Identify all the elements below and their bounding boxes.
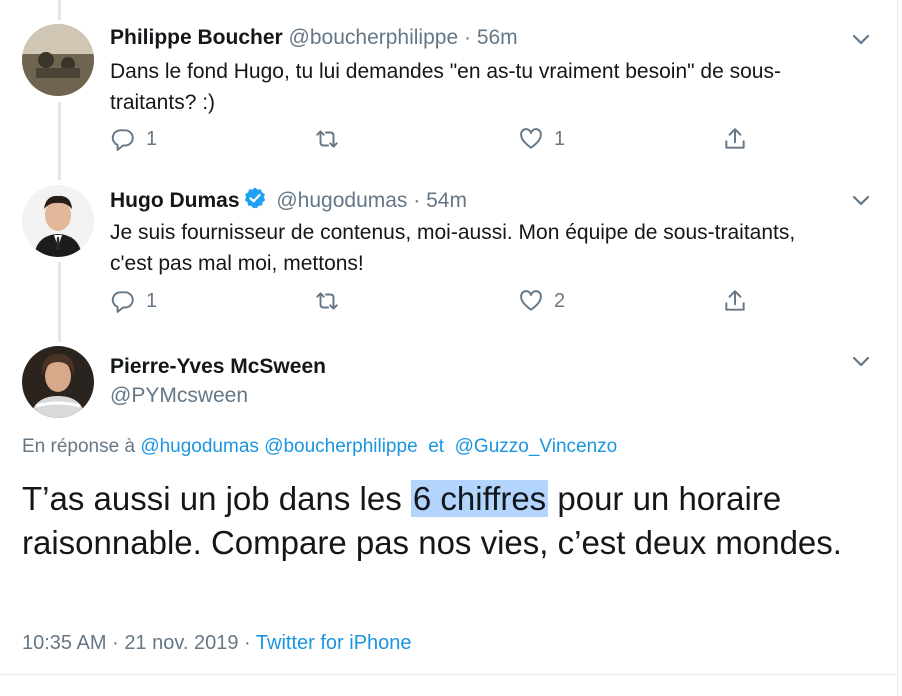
reply-prefix: En réponse à — [22, 436, 136, 457]
user-handle[interactable]: @hugodumas — [276, 189, 407, 212]
divider — [0, 674, 897, 675]
tweet-header: Philippe Boucher @boucherphilippe · 56m — [110, 25, 518, 51]
chevron-down-icon[interactable] — [850, 28, 872, 50]
user-handle[interactable]: @boucherphilippe — [289, 26, 459, 49]
main-tweet-name[interactable]: Pierre-Yves McSween — [110, 354, 326, 380]
divider — [897, 0, 898, 696]
thread-line — [58, 262, 61, 342]
timestamp[interactable]: 54m — [426, 189, 467, 212]
tweet-text: Dans le fond Hugo, tu lui demandes "en a… — [110, 60, 781, 114]
like-button[interactable]: 1 — [518, 126, 565, 152]
verified-badge-icon — [244, 187, 265, 209]
reply-icon — [111, 291, 134, 313]
share-icon — [725, 290, 745, 311]
like-button[interactable]: 2 — [518, 288, 565, 314]
tweet-text: Je suis fournisseur de contenus, moi-aus… — [110, 221, 796, 275]
user-name[interactable]: Hugo Dumas — [110, 189, 240, 212]
tweet-footer: 10:35 AM · 21 nov. 2019 · Twitter for iP… — [22, 632, 412, 655]
reply-button[interactable]: 1 — [110, 288, 157, 314]
retweet-icon — [316, 130, 338, 148]
tweet-text-part: T’as aussi un job dans les — [22, 480, 402, 517]
heart-icon — [520, 290, 542, 311]
reply-icon — [111, 129, 134, 151]
user-name[interactable]: Philippe Boucher — [110, 26, 283, 49]
mention-link[interactable]: @boucherphilippe — [264, 436, 417, 457]
chevron-down-icon[interactable] — [850, 350, 872, 372]
mention-link[interactable]: @Guzzo_Vincenzo — [455, 436, 618, 457]
retweet-button[interactable] — [314, 288, 350, 314]
main-tweet-handle[interactable]: @PYMcsween — [110, 383, 248, 409]
retweet-icon — [316, 292, 338, 310]
separator: · — [413, 189, 421, 212]
reply-count: 1 — [146, 289, 158, 312]
like-count: 1 — [554, 127, 566, 150]
mention-link[interactable]: @hugodumas — [140, 436, 259, 457]
share-button[interactable] — [722, 288, 748, 314]
share-button[interactable] — [722, 126, 748, 152]
separator: · — [463, 26, 471, 49]
selected-text: 6 chiffres — [410, 480, 549, 517]
share-icon — [725, 128, 745, 149]
thread-line — [58, 0, 61, 20]
tweet-date[interactable]: 21 nov. 2019 — [124, 632, 238, 654]
reply-button[interactable]: 1 — [110, 126, 157, 152]
avatar-philippe-boucher[interactable] — [22, 24, 94, 96]
separator: · — [244, 632, 251, 654]
reply-count: 1 — [146, 127, 158, 150]
tweet-time[interactable]: 10:35 AM — [22, 632, 107, 654]
avatar-hugo-dumas[interactable] — [22, 185, 94, 257]
tweet-source[interactable]: Twitter for iPhone — [256, 632, 412, 654]
thread-line — [58, 102, 61, 180]
tweet-header: Hugo Dumas @hugodumas · 54m — [110, 186, 467, 214]
reply-and: et — [428, 436, 445, 457]
retweet-button[interactable] — [314, 126, 350, 152]
chevron-down-icon[interactable] — [850, 189, 872, 211]
avatar-pierre-yves-mcsween[interactable] — [22, 346, 94, 418]
reply-context: En réponse à @hugodumas @boucherphilippe… — [22, 436, 617, 458]
main-tweet-text: T’as aussi un job dans les 6 chiffres po… — [22, 477, 882, 565]
like-count: 2 — [554, 289, 566, 312]
heart-icon — [520, 128, 542, 149]
separator: · — [112, 632, 119, 654]
timestamp[interactable]: 56m — [477, 26, 518, 49]
